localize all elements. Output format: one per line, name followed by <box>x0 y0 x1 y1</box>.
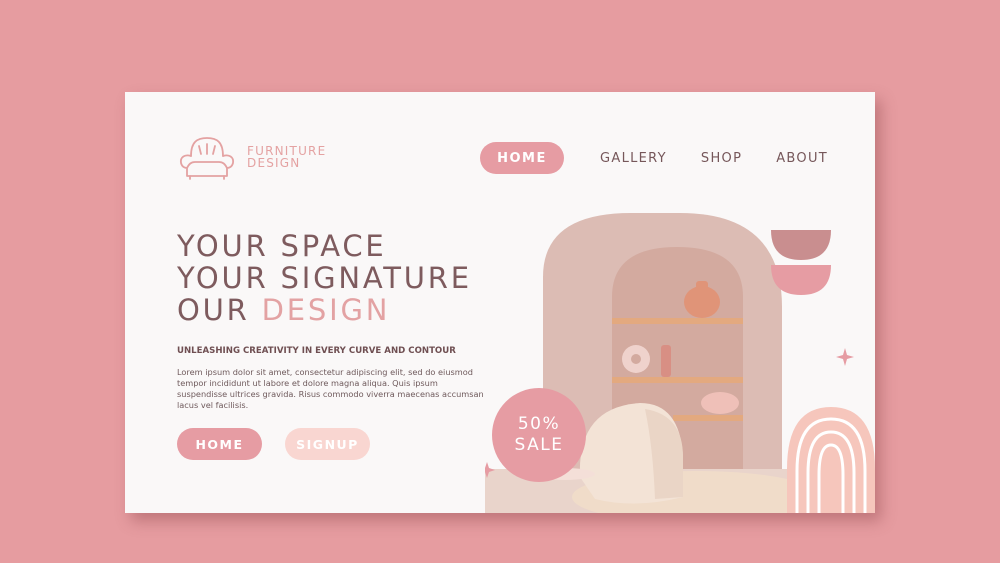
main-nav: HOME GALLERY SHOP ABOUT <box>480 142 828 174</box>
vase-neck <box>696 281 708 289</box>
shelf-bottom <box>673 415 743 421</box>
hero-line-3: OUR DESIGN <box>177 294 472 326</box>
tagline: UNLEASHING CREATIVITY IN EVERY CURVE AND… <box>177 346 456 356</box>
sparkle-icon <box>836 348 854 366</box>
sale-badge[interactable]: 50% SALE <box>492 388 586 482</box>
nav-shop-link[interactable]: SHOP <box>701 151 742 166</box>
hero-line-3-accent: DESIGN <box>261 293 391 327</box>
bottle <box>661 345 671 377</box>
nav-home-button[interactable]: HOME <box>480 142 564 174</box>
hero-line-1: YOUR SPACE <box>177 229 387 263</box>
rainbow-arch <box>787 407 875 513</box>
sale-label: SALE <box>514 435 564 455</box>
home-button[interactable]: HOME <box>177 428 262 460</box>
nav-about-link[interactable]: ABOUT <box>776 151 828 166</box>
stone <box>701 392 739 414</box>
half-circle-dark <box>771 230 831 260</box>
hero-line-2: YOUR SIGNATURE <box>177 261 472 295</box>
brand-name: FURNITURE DESIGN <box>247 145 326 169</box>
hero-heading: YOUR SPACE YOUR SIGNATURE OUR DESIGN <box>177 230 472 326</box>
sale-percent: 50% <box>517 414 561 434</box>
logo[interactable]: FURNITURE DESIGN <box>177 134 326 180</box>
shelf-middle <box>612 377 743 383</box>
shelf-top <box>612 318 743 324</box>
landing-page-card: FURNITURE DESIGN HOME GALLERY SHOP ABOUT… <box>125 92 875 513</box>
vase-round <box>684 286 720 318</box>
nav-gallery-link[interactable]: GALLERY <box>600 151 667 166</box>
signup-button[interactable]: SIGNUP <box>285 428 370 460</box>
brand-name-line2: DESIGN <box>247 156 301 170</box>
armchair-icon <box>179 137 235 180</box>
hero-line-3-plain: OUR <box>177 293 262 327</box>
description-text: Lorem ipsum dolor sit amet, consectetur … <box>177 367 484 410</box>
